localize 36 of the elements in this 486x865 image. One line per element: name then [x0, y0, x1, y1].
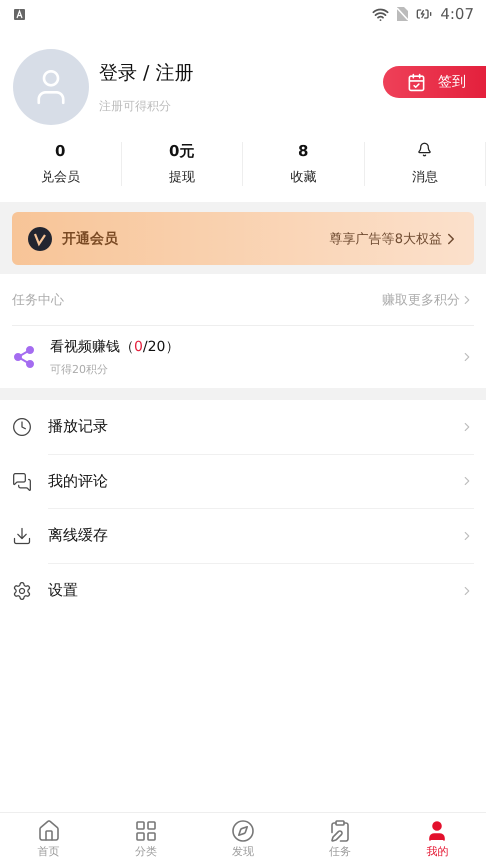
grid-icon: [134, 819, 158, 843]
stat-label[interactable]: 提现: [168, 168, 195, 186]
calendar-check-icon: [407, 72, 426, 92]
menu-item[interactable]: 我的评论: [0, 454, 486, 509]
menu-item[interactable]: 离线缓存: [0, 509, 486, 564]
stat-label[interactable]: 兑会员: [40, 168, 80, 186]
stat-value: 8: [298, 142, 308, 160]
checkin-button[interactable]: 签到: [383, 66, 486, 98]
compass-icon: [230, 819, 255, 843]
vip-banner[interactable]: 开通会员 尊享广告等8大权益: [12, 212, 474, 265]
login-register-link[interactable]: 登录 / 注册: [99, 60, 383, 86]
stat-value: 0: [55, 142, 66, 160]
clock-time: 4:07: [440, 5, 474, 23]
download-icon: [12, 526, 32, 546]
points-hint: 注册可得积分: [99, 98, 172, 114]
menu-item[interactable]: 播放记录: [0, 400, 486, 454]
share-icon: [12, 345, 36, 369]
no-sim-icon: [397, 7, 408, 21]
vip-benefit: 尊享广告等8大权益: [330, 230, 442, 248]
task-reward: 可得20积分: [50, 362, 109, 376]
keyboard-icon: [14, 8, 25, 20]
vip-title: 开通会员: [62, 230, 119, 248]
chat-bubbles-icon: [12, 472, 32, 492]
stat-label[interactable]: 收藏: [290, 168, 316, 186]
task-title[interactable]: 看视频赚钱（0/20）: [50, 338, 446, 356]
home-icon: [36, 819, 61, 843]
section-title: 任务中心: [12, 292, 64, 308]
clock-icon: [12, 417, 32, 438]
settings-icon: [12, 580, 32, 601]
wifi-icon: [372, 6, 390, 22]
stat-value: 0元: [169, 142, 194, 160]
vip-logo-icon: [28, 226, 52, 250]
stat-label[interactable]: 消息: [412, 168, 438, 186]
bell-icon[interactable]: [417, 142, 432, 157]
nav-tab[interactable]: 我的: [388, 813, 486, 865]
menu-item[interactable]: 设置: [0, 564, 486, 618]
